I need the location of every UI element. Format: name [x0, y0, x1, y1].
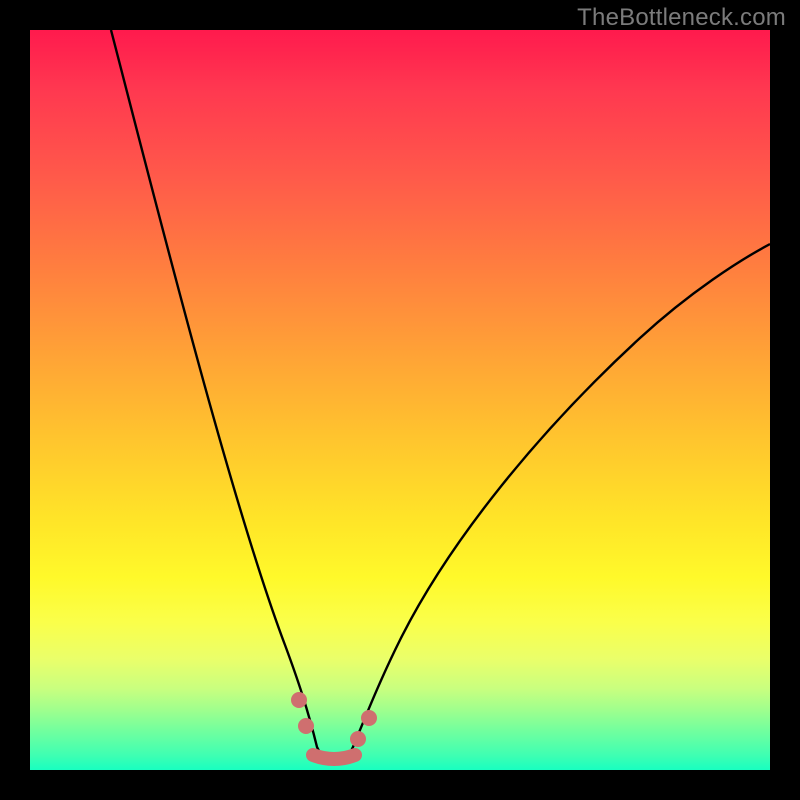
threshold-dot: [350, 731, 366, 747]
chart-frame: TheBottleneck.com: [0, 0, 800, 800]
plot-area: [30, 30, 770, 770]
floor-highlight: [313, 755, 355, 759]
threshold-dot: [291, 692, 307, 708]
curve-layer: [30, 30, 770, 770]
watermark-text: TheBottleneck.com: [577, 4, 786, 32]
threshold-dot: [298, 718, 314, 734]
threshold-dot: [361, 710, 377, 726]
bottleneck-curve: [111, 30, 770, 762]
